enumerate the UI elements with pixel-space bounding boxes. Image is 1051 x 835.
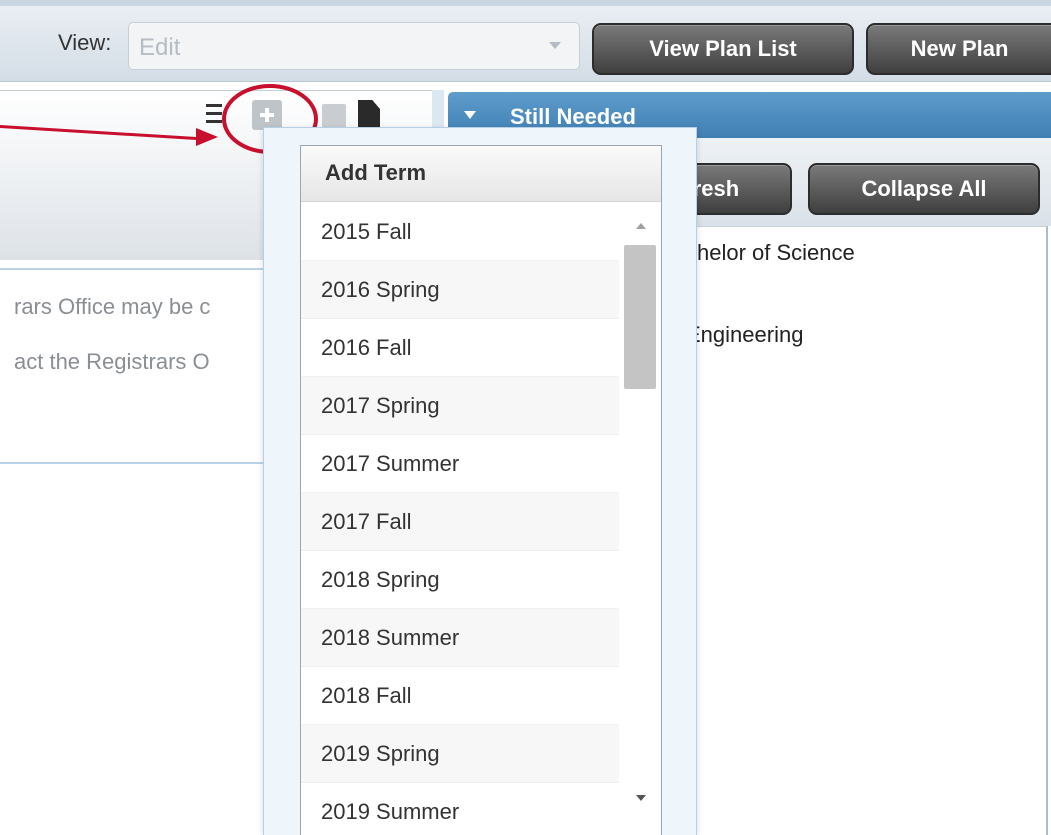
scroll-up-icon[interactable] [636, 223, 646, 229]
term-item[interactable]: 2018 Fall [301, 667, 619, 725]
add-term-header: Add Term [301, 146, 661, 202]
term-item[interactable]: 2017 Spring [301, 377, 619, 435]
term-list-scrollbar[interactable] [621, 203, 661, 835]
new-plan-button[interactable]: New Plan [866, 23, 1051, 75]
annotation-arrowhead [196, 128, 218, 146]
major-line: Engineering [686, 322, 804, 347]
scroll-down-icon[interactable] [636, 795, 646, 801]
view-label: View: [58, 30, 112, 55]
term-item[interactable]: 2017 Fall [301, 493, 619, 551]
term-item[interactable]: 2018 Spring [301, 551, 619, 609]
tree-icon[interactable] [206, 104, 222, 130]
add-term-list-box: Add Term 2015 Fall 2016 Spring 2016 Fall… [300, 145, 662, 835]
top-toolbar: View: Edit View Plan List New Plan [0, 0, 1051, 82]
add-term-popup: Add Term 2015 Fall 2016 Spring 2016 Fall… [263, 127, 697, 835]
view-select[interactable]: Edit [128, 22, 580, 70]
collapse-all-button[interactable]: Collapse All [808, 163, 1040, 215]
term-item[interactable]: 2018 Summer [301, 609, 619, 667]
degree-line: chelor of Science [686, 240, 855, 265]
term-item[interactable]: 2015 Fall [301, 203, 619, 261]
term-item[interactable]: 2016 Spring [301, 261, 619, 319]
term-item[interactable]: 2019 Spring [301, 725, 619, 783]
dropdown-arrow-icon [549, 42, 561, 49]
registrar-notice-line-1: rars Office may be c [14, 294, 211, 319]
scroll-thumb[interactable] [624, 245, 656, 389]
term-item[interactable]: 2019 Summer [301, 783, 619, 835]
term-item[interactable]: 2017 Summer [301, 435, 619, 493]
term-list: 2015 Fall 2016 Spring 2016 Fall 2017 Spr… [301, 203, 619, 835]
view-plan-list-button[interactable]: View Plan List [592, 23, 854, 75]
remove-term-icon[interactable] [322, 104, 346, 128]
registrar-notice-line-2: act the Registrars O [14, 349, 210, 374]
collapse-caret-icon[interactable] [464, 111, 476, 119]
view-select-value: Edit [139, 34, 181, 61]
term-item[interactable]: 2016 Fall [301, 319, 619, 377]
